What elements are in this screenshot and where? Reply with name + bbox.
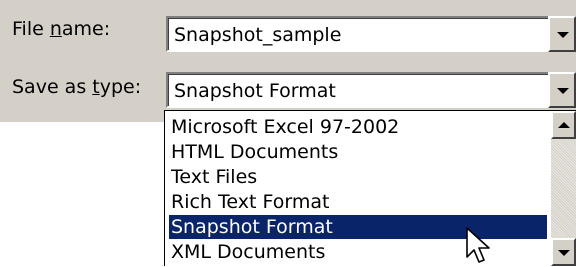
save-as-type-label-mnemonic: t [92,76,100,98]
save-as-type-label: Save as type: [12,76,141,98]
file-name-dropdown-button[interactable] [548,16,576,52]
scroll-down-button[interactable] [551,238,576,266]
save-as-type-dropdown-button[interactable] [548,72,576,108]
mouse-pointer-icon [466,227,490,263]
list-item[interactable]: HTML Documents [169,140,547,164]
chevron-down-icon [557,32,569,38]
arrow-up-icon [558,122,570,128]
dialog-panel-edge [0,122,165,266]
file-name-label-prefix: File [12,18,50,40]
save-as-type-value: Snapshot Format [174,80,336,102]
file-name-label-mnemonic: n [49,18,62,40]
list-item[interactable]: Rich Text Format [169,190,547,214]
save-as-type-label-prefix: Save as [12,76,93,98]
arrow-down-icon [558,250,570,256]
save-as-type-select[interactable]: Snapshot Format [166,72,556,108]
scroll-up-button[interactable] [551,111,576,139]
save-as-type-dropdown-list: Microsoft Excel 97-2002 HTML Documents T… [164,110,576,266]
chevron-down-icon [557,88,569,94]
file-name-value: Snapshot_sample [174,24,342,46]
save-as-type-label-suffix: ype: [99,76,142,98]
list-scrollbar[interactable] [551,111,576,266]
list-item[interactable]: Microsoft Excel 97-2002 [169,115,547,139]
file-name-input[interactable]: Snapshot_sample [166,16,556,52]
list-item[interactable]: Text Files [169,165,547,189]
file-name-label: File name: [12,18,110,40]
file-name-label-suffix: ame: [61,18,111,40]
